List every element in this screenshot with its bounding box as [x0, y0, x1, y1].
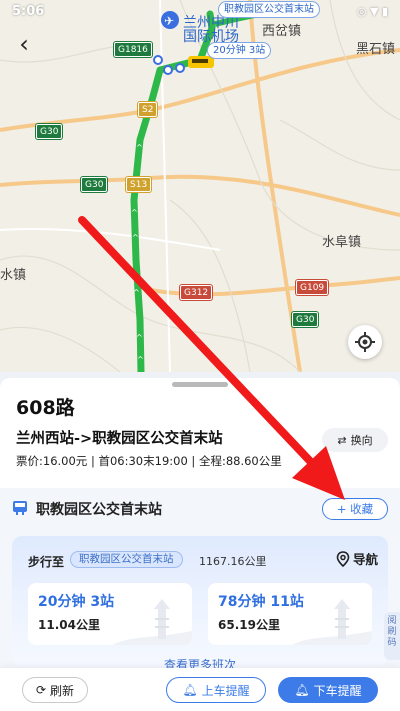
svg-text:^: ^ [137, 355, 144, 364]
shield-g312: G312 [180, 285, 213, 300]
map-view[interactable]: ^^^ ^^^ ^^ ✈ 5:06 ◎ ▼ ▮ ‹ 兰州中川 国际机场 西岔镇 … [0, 0, 400, 372]
map-label-xicha: 西岔镇 [262, 24, 302, 39]
back-button[interactable]: ‹ [10, 30, 38, 58]
bus-arrival-time: 78分钟 11站 [218, 594, 304, 610]
bell-icon: 🔔︎ [294, 683, 310, 697]
bus-stop-icon [13, 501, 27, 515]
locate-button[interactable] [348, 325, 382, 359]
map-base: ^^^ ^^^ ^^ ✈ [0, 0, 400, 372]
svg-text:^: ^ [136, 333, 143, 342]
bus-arrival-distance: 11.04公里 [38, 618, 100, 632]
board-reminder-label: 上车提醒 [201, 683, 250, 698]
walk-distance: 1167.16公里 [199, 555, 267, 568]
navigate-label: 导航 [353, 552, 379, 567]
pagoda-illustration [292, 599, 372, 645]
chevron-left-icon: ‹ [19, 30, 29, 58]
shield-g30-b: G30 [81, 177, 108, 192]
shield-s2: S2 [138, 102, 158, 117]
bus-arrival-card-1[interactable]: 20分钟 3站 11.04公里 [28, 583, 192, 645]
map-dest-pill[interactable]: 职教园区公交首末站 [218, 1, 320, 18]
swap-label: 换向 [350, 434, 373, 447]
walk-label: 步行至 [28, 555, 65, 569]
crosshair-icon [355, 332, 375, 352]
navigate-button[interactable]: 导航 [336, 549, 378, 568]
shield-g30-a: G30 [36, 124, 63, 139]
swap-icon: ⇄ [337, 433, 347, 447]
shield-g109: G109 [296, 280, 329, 295]
route-direction: 兰州西站->职教园区公交首末站 [16, 431, 223, 447]
shield-g1816: G1816 [114, 42, 152, 57]
refresh-label: 刷新 [50, 683, 75, 698]
map-label-town-left: 水镇 [0, 268, 27, 283]
current-stop-name: 职教园区公交首末站 [36, 502, 162, 518]
bus-arrival-time: 20分钟 3站 [38, 594, 115, 610]
status-icons: ◎ ▼ ▮ [356, 5, 388, 18]
bus-arrival-card-2[interactable]: 78分钟 11站 65.19公里 [208, 583, 372, 645]
refresh-button[interactable]: ⟳ 刷新 [22, 677, 88, 703]
refresh-icon: ⟳ [35, 683, 47, 697]
shield-s13: S13 [126, 177, 152, 192]
drag-handle[interactable] [172, 382, 228, 387]
alight-reminder-button[interactable]: 🔔︎ 下车提醒 [278, 677, 378, 703]
svg-text:^: ^ [136, 143, 143, 152]
status-time: 5:06 [12, 4, 45, 19]
svg-text:^: ^ [131, 208, 138, 217]
map-label-heishi: 黑石镇 [356, 42, 396, 57]
map-trip-pill[interactable]: 20分钟 3站 [207, 42, 272, 59]
side-tab[interactable]: 阅刷码 [384, 612, 400, 660]
pagoda-illustration [112, 599, 192, 645]
bell-icon: 🔔︎ [182, 683, 198, 697]
map-label-shuifu: 水阜镇 [322, 235, 362, 250]
svg-text:^: ^ [132, 233, 139, 242]
alight-reminder-label: 下车提醒 [313, 683, 362, 698]
shield-g30-c: G30 [292, 312, 319, 327]
svg-text:^: ^ [133, 288, 140, 297]
favorite-button[interactable]: + 收藏 [322, 498, 388, 520]
swap-direction-button[interactable]: ⇄ 换向 [322, 428, 388, 452]
walk-stop-badge: 职教园区公交首末站 [70, 551, 183, 568]
board-reminder-button[interactable]: 🔔︎ 上车提醒 [166, 677, 266, 703]
route-info: 票价:16.00元 | 首06:30末19:00 | 全程:88.60公里 [16, 454, 282, 468]
bus-arrival-distance: 65.19公里 [218, 618, 280, 632]
location-pin-icon [336, 550, 350, 567]
route-number: 608路 [16, 397, 75, 419]
